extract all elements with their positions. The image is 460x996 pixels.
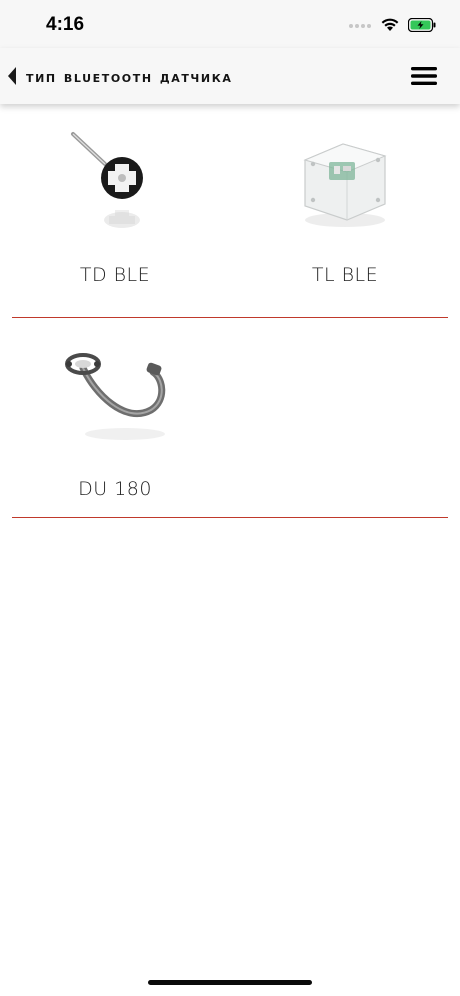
row-divider xyxy=(12,517,448,518)
navigation-bar: Тип bluetooth датчика xyxy=(0,48,460,104)
sensor-item-tl-ble[interactable]: TL BLE xyxy=(230,104,460,286)
sensor-item-td-ble[interactable]: TD BLE xyxy=(0,104,230,286)
sensor-label: DU 180 xyxy=(78,478,152,500)
back-chevron-icon xyxy=(6,65,18,87)
status-icons xyxy=(348,16,436,36)
hamburger-menu-icon xyxy=(410,67,438,94)
status-bar: 4:16 xyxy=(0,0,460,48)
sensor-row: TD BLE TL BLE xyxy=(0,104,460,318)
tl-ble-sensor-image xyxy=(285,120,405,230)
td-ble-sensor-image xyxy=(55,120,175,230)
sensor-label: TL BLE xyxy=(311,264,379,286)
status-time: 4:16 xyxy=(46,14,85,35)
du-180-sensor-image xyxy=(55,334,175,444)
page-title: Тип bluetooth датчика xyxy=(26,66,233,86)
sensor-row: DU 180 xyxy=(0,318,460,518)
sensor-type-grid: TD BLE TL BLE DU 180 xyxy=(0,104,460,518)
cellular-signal-icon xyxy=(348,17,372,36)
sensor-label: TD BLE xyxy=(79,264,151,286)
battery-charging-icon xyxy=(407,17,436,36)
sensor-item-du-180[interactable]: DU 180 xyxy=(0,318,230,500)
wifi-icon xyxy=(380,17,400,36)
hamburger-menu-button[interactable] xyxy=(410,62,438,90)
home-indicator[interactable] xyxy=(148,980,312,985)
back-button[interactable]: Тип bluetooth датчика xyxy=(6,60,232,92)
